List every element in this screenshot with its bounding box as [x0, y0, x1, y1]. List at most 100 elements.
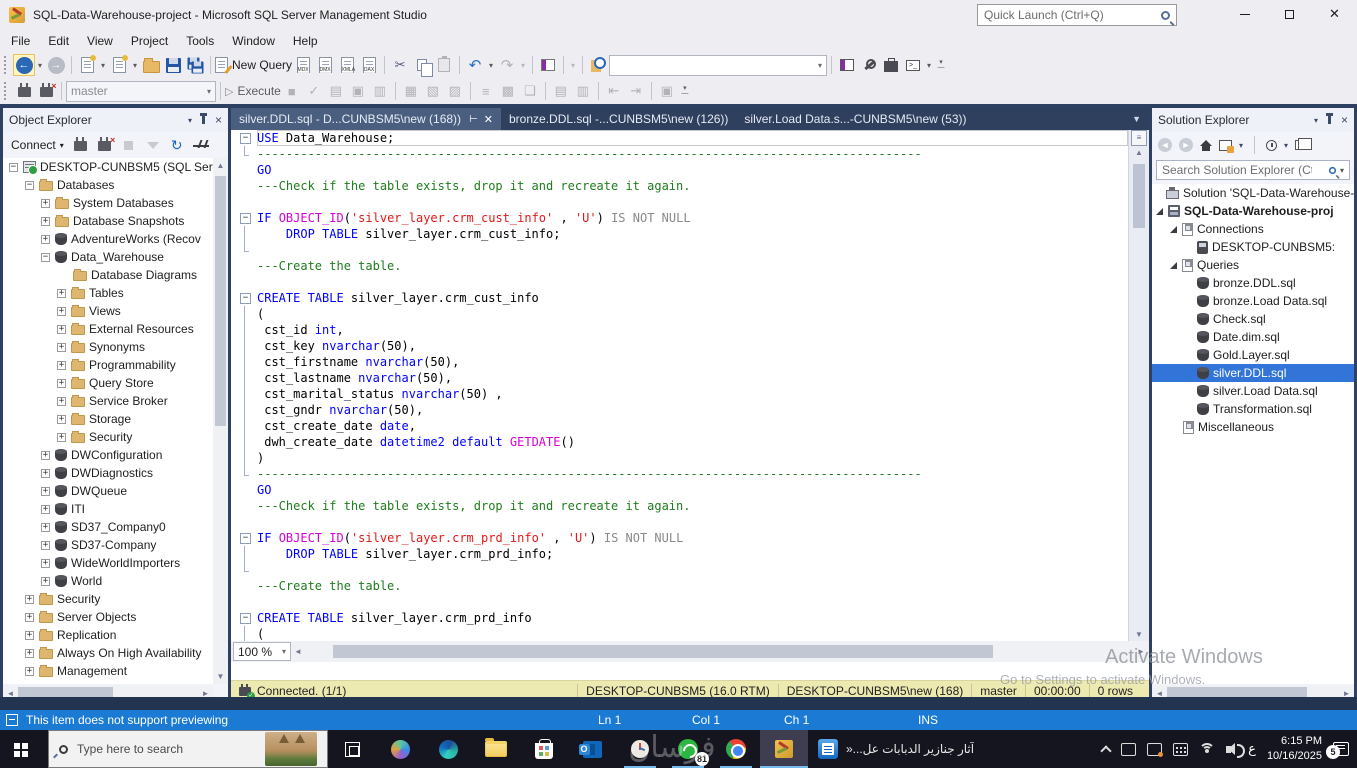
outline-gutter[interactable] [231, 258, 257, 274]
oe-node-adventureworks-recov[interactable]: + AdventureWorks (Recov [3, 230, 213, 248]
expander-plus-icon[interactable]: + [57, 360, 66, 370]
code-line[interactable]: ) [231, 450, 1128, 466]
oe-node-desktop-cunbsm5-sql-serv[interactable]: − DESKTOP-CUNBSM5 (SQL Serv [3, 158, 213, 176]
outline-gutter[interactable] [231, 402, 257, 418]
editor-tab-1[interactable]: bronze.DDL.sql -...CUNBSM5\new (126)) [501, 108, 736, 130]
outline-gutter[interactable] [231, 370, 257, 386]
code-line[interactable]: cst_key nvarchar(50), [231, 338, 1128, 354]
code-line[interactable]: cst_id int, [231, 322, 1128, 338]
outline-gutter[interactable] [231, 178, 257, 194]
code-editor[interactable]: USE Data_Warehouse;---------------------… [231, 130, 1128, 641]
whatsapp-icon[interactable]: 81 [664, 730, 712, 768]
code-line[interactable]: ---Create the table. [231, 258, 1128, 274]
se-node-silver-ddl-sql[interactable]: silver.DDL.sql [1152, 364, 1354, 382]
se-node-date-dim-sql[interactable]: Date.dim.sql [1152, 328, 1354, 346]
disconnect-icon[interactable] [94, 134, 116, 156]
outline-gutter[interactable] [231, 626, 257, 641]
expander-minus-icon[interactable]: − [9, 162, 18, 172]
outline-gutter[interactable] [231, 466, 257, 482]
expander-plus-icon[interactable]: + [57, 378, 66, 388]
se-back-icon[interactable]: ◄ [1158, 138, 1172, 152]
menu-project[interactable]: Project [122, 31, 177, 51]
expander-plus-icon[interactable]: + [57, 306, 66, 316]
outline-gutter[interactable] [231, 226, 257, 242]
se-node-miscellaneous[interactable]: Miscellaneous [1152, 418, 1354, 436]
se-node-silver-load-data-sql[interactable]: silver.Load Data.sql [1152, 382, 1354, 400]
code-line[interactable] [231, 194, 1128, 210]
oe-node-security[interactable]: + Security [3, 590, 213, 608]
connect-object-explorer-icon[interactable] [70, 134, 92, 156]
menu-window[interactable]: Window [223, 31, 284, 51]
properties-window-button[interactable] [858, 54, 880, 76]
expander-plus-icon[interactable]: + [25, 666, 34, 676]
outline-gutter[interactable] [231, 530, 257, 546]
uncomment-button[interactable]: ▥ [572, 80, 594, 102]
oe-node-databases[interactable]: − Databases [3, 176, 213, 194]
oe-node-external-resources[interactable]: + External Resources [3, 320, 213, 338]
expander-plus-icon[interactable]: + [57, 324, 66, 334]
code-line[interactable]: ---Check if the table exists, drop it an… [231, 178, 1128, 194]
new-mdx-query-button[interactable]: MDX [292, 54, 314, 76]
se-node-solution-sql-data-warehouse-[interactable]: Solution 'SQL-Data-Warehouse- [1152, 184, 1354, 202]
add-item-button[interactable] [108, 54, 130, 76]
oe-node-tables[interactable]: + Tables [3, 284, 213, 302]
new-query-button[interactable]: New Query [215, 54, 292, 76]
windows-caret[interactable]: ▾ [924, 61, 934, 70]
expander-plus-icon[interactable]: + [25, 594, 34, 604]
expander-plus-icon[interactable]: + [41, 234, 50, 244]
taskbar-clock[interactable]: 6:15 PM 10/16/2025 [1267, 734, 1322, 764]
oe-node-server-objects[interactable]: + Server Objects [3, 608, 213, 626]
cut-button[interactable]: ✂ [389, 54, 411, 76]
include-plan-button[interactable]: ▦ [400, 80, 422, 102]
pin-icon[interactable] [199, 113, 207, 124]
code-line[interactable]: IF OBJECT_ID('silver_layer.crm_cust_info… [231, 210, 1128, 226]
editor-tab-0[interactable]: silver.DDL.sql - D...CUNBSM5\new (168)) ⊢… [231, 108, 501, 130]
outline-gutter[interactable] [231, 290, 257, 306]
oe-node-synonyms[interactable]: + Synonyms [3, 338, 213, 356]
outline-gutter[interactable] [231, 434, 257, 450]
graphics-settings-icon[interactable] [1147, 742, 1164, 757]
paste-button[interactable] [433, 54, 455, 76]
outline-gutter[interactable] [231, 210, 257, 226]
code-line[interactable]: ----------------------------------------… [231, 466, 1128, 482]
expander-plus-icon[interactable]: + [41, 504, 50, 514]
close-button[interactable]: ✕ [1312, 0, 1357, 28]
se-pin-icon[interactable] [1325, 113, 1333, 124]
language-indicator[interactable]: ع [1248, 741, 1256, 757]
hscroll-left-arrow[interactable]: ◄ [291, 647, 305, 656]
expander-plus-icon[interactable]: + [57, 414, 66, 424]
expander-plus-icon[interactable]: + [41, 198, 50, 208]
toolbar-overflow[interactable]: ▾ — [934, 59, 948, 71]
chrome-icon[interactable] [712, 730, 760, 768]
outline-gutter[interactable] [231, 594, 257, 610]
oe-node-dwdiagnostics[interactable]: + DWDiagnostics [3, 464, 213, 482]
hidden-icons-chevron[interactable] [1100, 745, 1112, 757]
task-view-button[interactable] [328, 730, 376, 768]
outline-gutter[interactable] [231, 546, 257, 562]
outline-gutter[interactable] [231, 194, 257, 210]
code-line[interactable] [231, 514, 1128, 530]
change-connection-button[interactable] [35, 80, 57, 102]
oe-node-sd37-company0[interactable]: + SD37_Company0 [3, 518, 213, 536]
client-stats-button[interactable]: ▨ [444, 80, 466, 102]
se-caret-1[interactable]: ▾ [1239, 141, 1243, 150]
hscroll-thumb[interactable] [333, 645, 993, 658]
oe-node-service-broker[interactable]: + Service Broker [3, 392, 213, 410]
live-stats-button[interactable]: ▧ [422, 80, 444, 102]
se-node-sql-data-warehouse-proj[interactable]: SQL-Data-Warehouse-proj [1152, 202, 1354, 220]
oe-node-management[interactable]: + Management [3, 662, 213, 680]
oe-node-wideworldimporters[interactable]: + WideWorldImporters [3, 554, 213, 572]
find-combobox[interactable]: ▾ [609, 54, 828, 76]
expander-plus-icon[interactable]: + [41, 558, 50, 568]
database-combobox[interactable]: master ▾ [66, 80, 216, 102]
code-line[interactable]: cst_gndr nvarchar(50), [231, 402, 1128, 418]
solution-explorer-header[interactable]: Solution Explorer ▾ × [1152, 108, 1354, 132]
sync-with-active-document-icon[interactable] [1295, 138, 1313, 150]
se-forward-icon[interactable]: ► [1179, 138, 1193, 152]
oe-node-dwconfiguration[interactable]: + DWConfiguration [3, 446, 213, 464]
expander-plus-icon[interactable]: + [57, 396, 66, 406]
se-node-transformation-sql[interactable]: Transformation.sql [1152, 400, 1354, 418]
redo-button[interactable]: ↷ [496, 54, 518, 76]
new-dmx-query-button[interactable]: DMX [314, 54, 336, 76]
connect-button[interactable]: Connect ▾ [7, 136, 68, 154]
